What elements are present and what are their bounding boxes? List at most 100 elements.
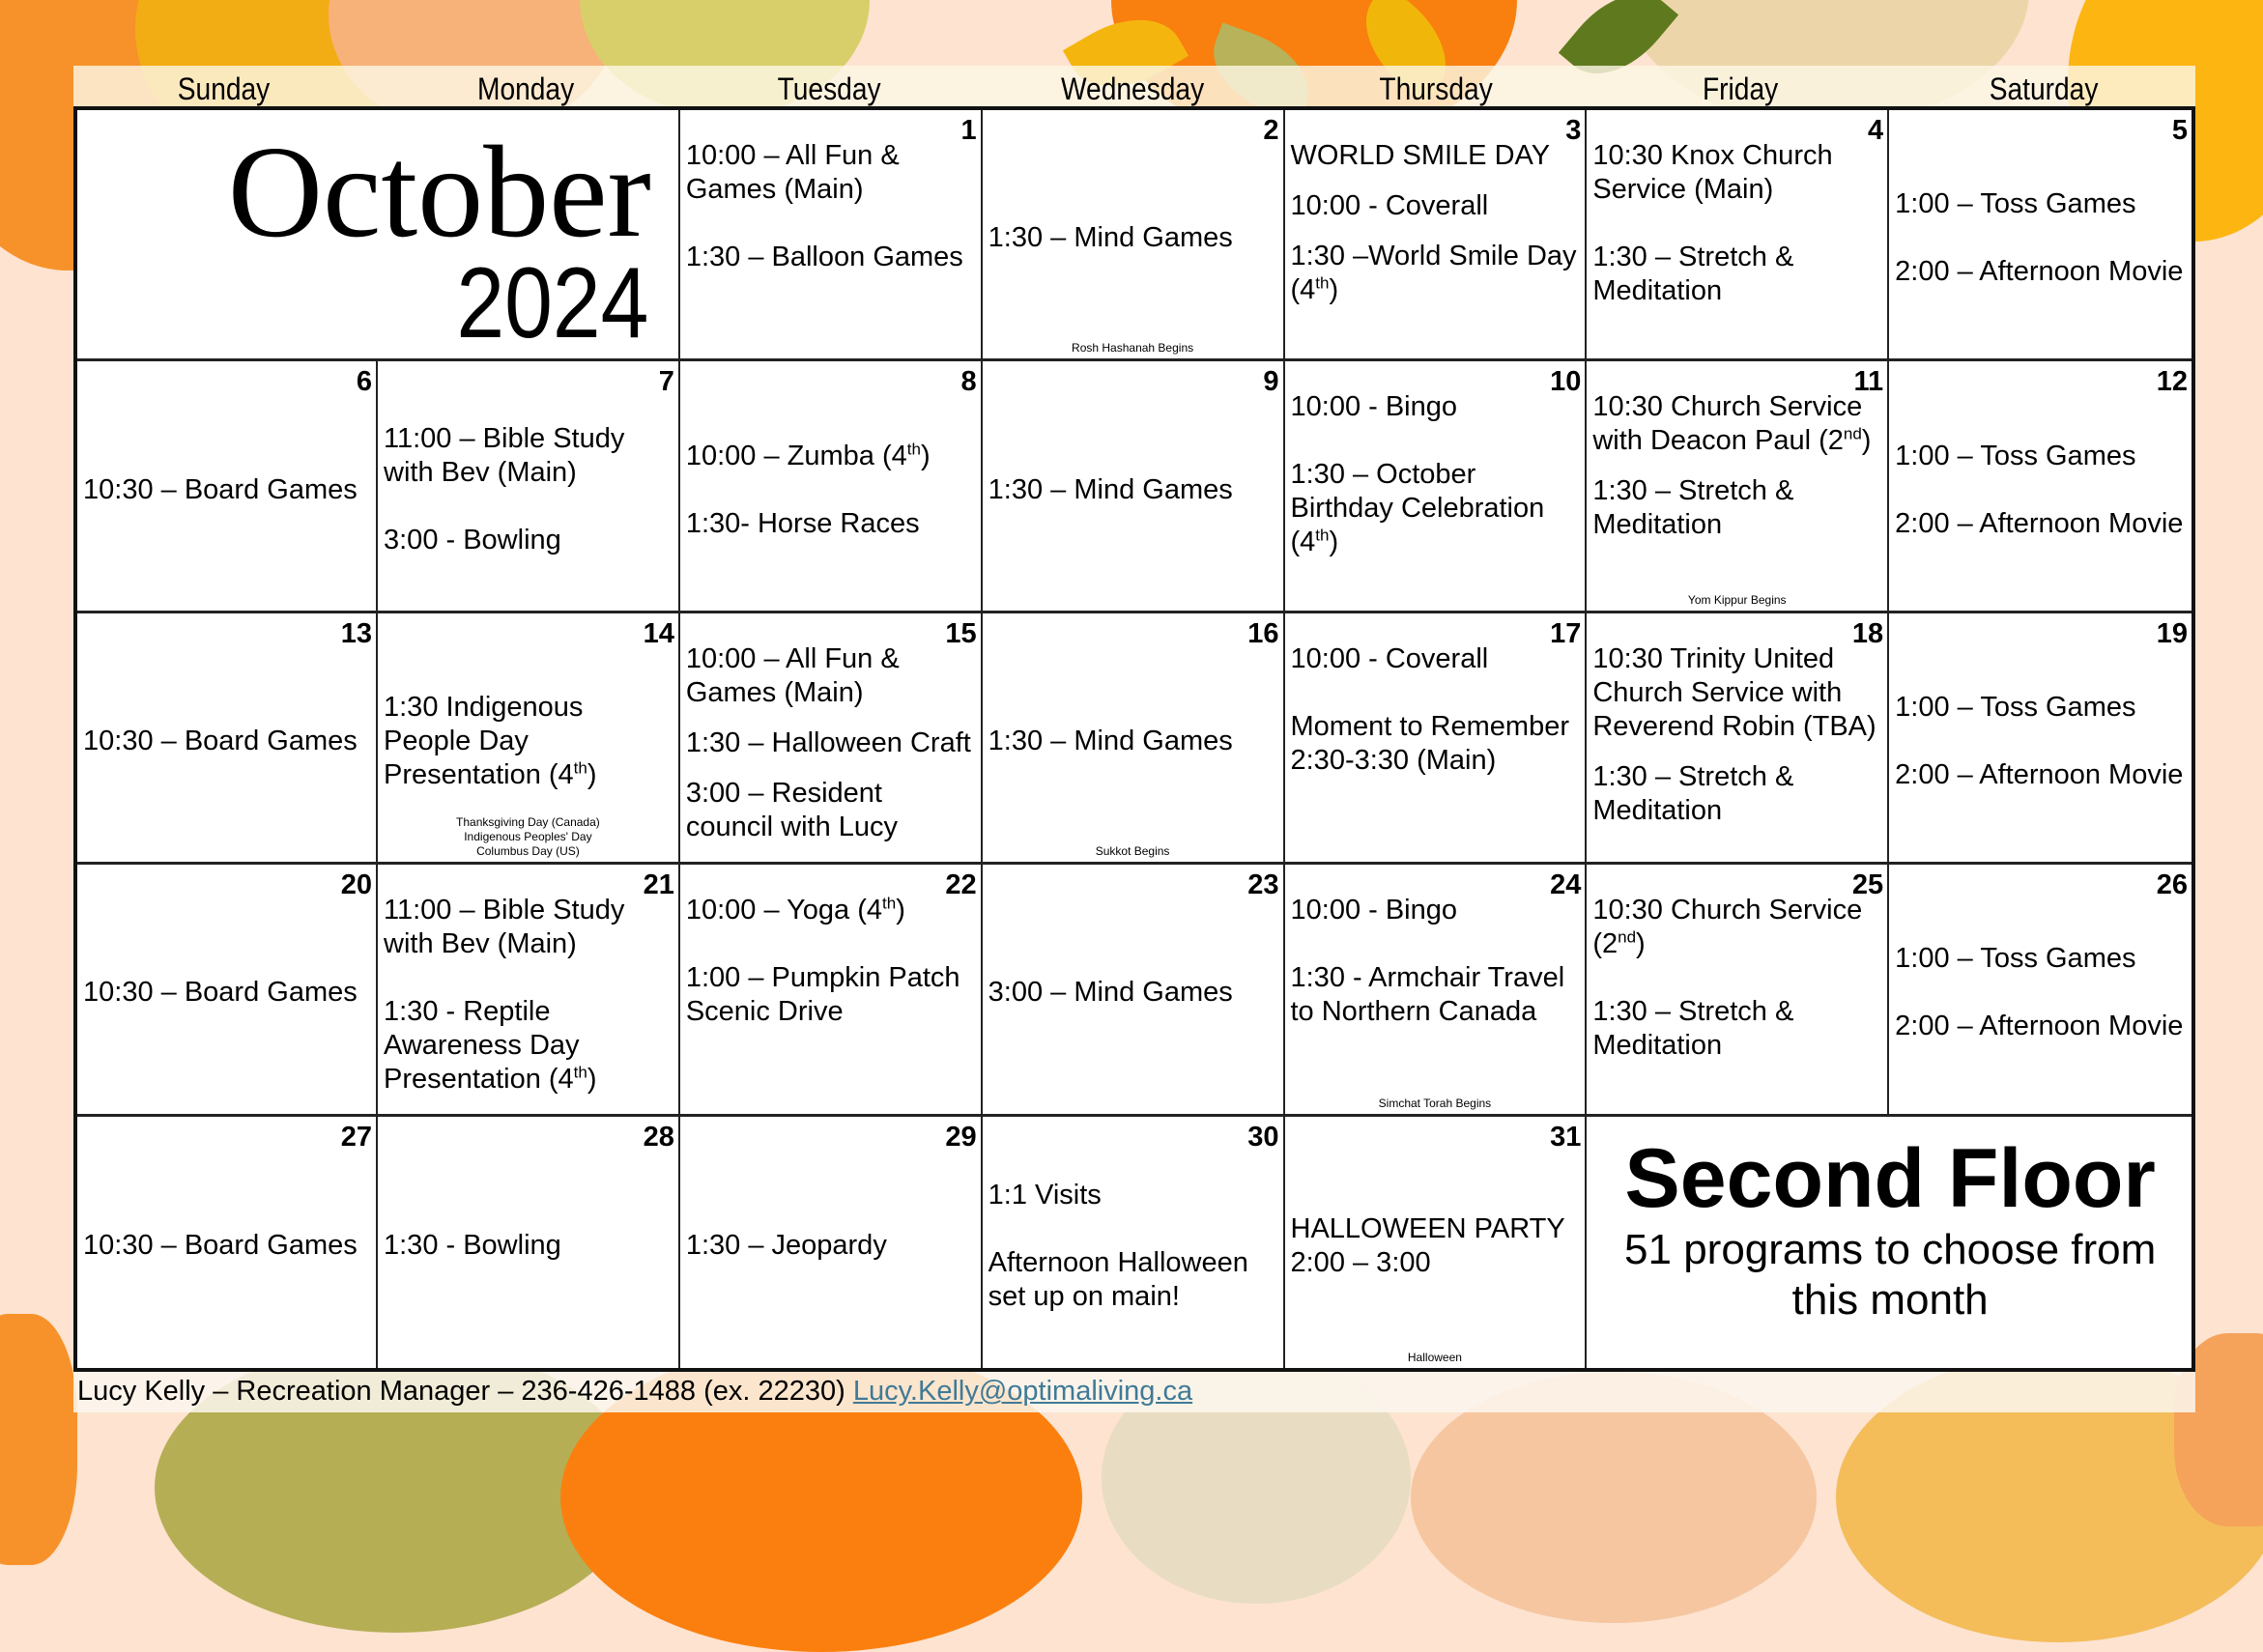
event-item: 1:30 – Stretch & Meditation [1592, 475, 1794, 541]
weekday-wednesday: Wednesday [1061, 71, 1205, 106]
event-item: Afternoon Halloween set up on main! [988, 1246, 1248, 1312]
day-cell: 27 10:30 – Board Games [77, 1116, 378, 1368]
event-item: 2:00 – Afternoon Movie [1895, 758, 2184, 790]
footer-contact: Lucy Kelly – Recreation Manager – 236-42… [73, 1372, 2195, 1412]
event-item: 1:30 – Balloon Games [685, 242, 963, 272]
event-item: 10:30 – Board Games [83, 1230, 358, 1262]
day-cell: 4 10:30 Knox Church Service (Main) 1:30 – … [1587, 110, 1890, 362]
event-item: 10:30 – Board Games [83, 977, 358, 1009]
event-list: 1:30 – Mind Games [988, 390, 1279, 588]
event-item: 1:00 – Toss Games [1895, 440, 2136, 471]
event-item: 1:30 –World Smile Day (4th) [1290, 241, 1577, 305]
month-name: October [227, 120, 651, 265]
event-list: 1:00 – Toss Games 2:00 – Afternoon Movie [1895, 894, 2188, 1092]
event-list: 1:00 – Toss Games 2:00 – Afternoon Movie [1895, 642, 2188, 840]
event-list: 10:00 – Zumba (4th) 1:30- Horse Races [686, 390, 977, 588]
event-list: 1:30 – Jeopardy [686, 1146, 977, 1347]
event-list: 10:30 Church Service with Deacon Paul (2… [1592, 390, 1883, 588]
event-list: 10:30 Trinity United Church Service with… [1592, 642, 1883, 840]
day-cell: 11 10:30 Church Service with Deacon Paul … [1587, 361, 1890, 613]
day-cell: 17 10:00 - Coverall Moment to Remember 2:3… [1284, 612, 1588, 866]
day-cell: 5 1:00 – Toss Games 2:00 – Afternoon Movie [1889, 110, 2191, 362]
day-cell: 28 1:30 - Bowling [378, 1116, 680, 1368]
event-list: 10:30 Church Service (2nd) 1:30 – Stretch… [1592, 894, 1883, 1092]
holiday-note: Sukkot Begins [1095, 844, 1170, 859]
event-item: 1:00 – Toss Games [1895, 943, 2136, 975]
promo-title: Second Floor [1624, 1131, 2156, 1225]
day-cell: 21 11:00 – Bible Study with Bev (Main) 1:3… [378, 865, 680, 1117]
day-cell: 13 10:30 – Board Games [77, 612, 378, 866]
day-cell: 7 11:00 – Bible Study with Bev (Main) 3:00… [378, 361, 680, 613]
weekday-tuesday: Tuesday [777, 71, 881, 106]
contact-info: Lucy Kelly – Recreation Manager – 236-42… [77, 1376, 853, 1407]
event-item: 10:00 – All Fun & Games (Main) [685, 140, 900, 205]
event-list: 10:00 - Bingo 1:30 - Armchair Travel to N… [1291, 894, 1582, 1092]
day-cell: 16 1:30 – Mind Games Sukkot Begins [982, 612, 1285, 866]
day-cell: 30 1:1 Visits Afternoon Halloween set up o… [983, 1116, 1285, 1368]
event-item: 1:30 - Armchair Travel to Northern Canad… [1290, 962, 1565, 1028]
event-item: 10:00 – Zumba (4th) [685, 439, 931, 471]
year: 2024 [456, 247, 649, 359]
day-cell: 14 1:30 Indigenous People Day Presentatio… [378, 612, 680, 866]
event-item: 10:30 Knox Church Service (Main) [1592, 140, 1833, 205]
day-cell: 10 10:00 - Bingo 1:30 – October Birthday C… [1284, 361, 1588, 613]
day-cell: 3 WORLD SMILE DAY 10:00 - Coverall 1:30 –Wo… [1284, 110, 1588, 362]
promo-subtitle: 51 programs to choose from this month [1624, 1225, 2157, 1324]
event-item: 1:30 - Reptile Awareness Day Presentatio… [384, 996, 597, 1096]
event-item: 1:30 – October Birthday Celebration (4th… [1290, 459, 1545, 558]
event-item: 1:30 – Stretch & Meditation [1592, 996, 1794, 1062]
event-list: 1:30 – Mind Games [988, 139, 1279, 337]
event-list: 10:30 – Board Games [83, 390, 372, 588]
event-list: 10:00 – All Fun & Games (Main) 1:30 – Hal… [686, 642, 977, 842]
day-cell: 23 3:00 – Mind Games [982, 865, 1285, 1117]
event-list: 11:00 – Bible Study with Bev (Main) 3:00 … [384, 390, 674, 588]
event-list: 3:00 – Mind Games [988, 894, 1279, 1092]
event-list: WORLD SMILE DAY 10:00 - Coverall 1:30 –Wor… [1291, 139, 1582, 337]
holiday-note: Thanksgiving Day (Canada) Indigenous Peo… [456, 815, 600, 859]
day-cell: 12 1:00 – Toss Games 2:00 – Afternoon Movi… [1889, 361, 2191, 613]
event-list: 10:00 – Yoga (4th) 1:00 – Pumpkin Patch S… [686, 894, 977, 1092]
event-list: 10:00 - Bingo 1:30 – October Birthday Cel… [1291, 390, 1582, 588]
event-item: 3:00 - Bowling [384, 525, 561, 556]
event-item: 1:30 – Stretch & Meditation [1592, 242, 1794, 306]
holiday-note: Rosh Hashanah Begins [1072, 341, 1194, 356]
holiday-note: Yom Kippur Begins [1687, 592, 1787, 607]
day-cell: 25 10:30 Church Service (2nd) 1:30 – Stret… [1587, 865, 1890, 1117]
event-item: 1:00 – Toss Games [1895, 691, 2136, 723]
day-cell: 20 10:30 – Board Games [77, 865, 378, 1117]
event-list: 1:30 - Bowling [384, 1146, 674, 1347]
holiday-note: Simchat Torah Begins [1378, 1096, 1492, 1110]
promo-cell: Second Floor 51 programs to choose from … [1587, 1117, 2191, 1368]
event-item: HALLOWEEN PARTY 2:00 – 3:00 [1290, 1212, 1565, 1278]
event-item: 10:00 - Coverall [1290, 190, 1489, 221]
event-item: 10:30 – Board Games [83, 725, 358, 756]
event-list: 10:30 – Board Games [83, 642, 372, 840]
weekday-monday: Monday [476, 71, 575, 106]
event-list: 1:30 Indigenous People Day Presentation … [384, 642, 674, 840]
weekday-header: Sunday Monday Tuesday Wednesday Thursday… [73, 66, 2195, 106]
event-list: 11:00 – Bible Study with Bev (Main) 1:30 … [384, 894, 674, 1095]
event-list: 1:30 – Mind Games [988, 642, 1279, 840]
day-cell: 2 1:30 – Mind Games Rosh Hashanah Begins [982, 110, 1285, 362]
day-cell: 9 1:30 – Mind Games [982, 361, 1285, 613]
event-item: 10:00 - Bingo [1290, 391, 1458, 423]
email-link[interactable]: Lucy.Kelly@optimaliving.ca [853, 1376, 1192, 1407]
event-list: 10:30 – Board Games [83, 1146, 372, 1347]
day-cell: 18 10:30 Trinity United Church Service wi… [1587, 612, 1890, 866]
event-list: 1:00 – Toss Games 2:00 – Afternoon Movie [1895, 139, 2188, 337]
event-item: 1:00 – Toss Games [1895, 188, 2136, 220]
event-item: 2:00 – Afternoon Movie [1895, 507, 2184, 539]
event-item: 1:30 – Mind Games [988, 222, 1233, 254]
weekday-thursday: Thursday [1379, 71, 1494, 106]
event-item: 2:00 – Afternoon Movie [1895, 1011, 2184, 1042]
event-item: WORLD SMILE DAY [1290, 140, 1551, 171]
day-cell: 15 10:00 – All Fun & Games (Main) 1:30 – H… [679, 612, 983, 866]
event-item: 1:00 – Pumpkin Patch Scenic Drive [685, 962, 960, 1028]
event-item: 11:00 – Bible Study with Bev (Main) [384, 423, 625, 489]
event-list: 10:00 - Coverall Moment to Remember 2:30-… [1291, 642, 1582, 840]
event-item: 10:00 - Bingo [1290, 895, 1458, 926]
day-cell: 31 HALLOWEEN PARTY 2:00 – 3:00 Halloween [1285, 1116, 1588, 1368]
event-list: 1:1 Visits Afternoon Halloween set up on … [988, 1146, 1279, 1347]
event-item: 10:00 – Yoga (4th) [685, 894, 905, 926]
event-list: 10:00 – All Fun & Games (Main) 1:30 – Bal… [686, 139, 977, 337]
